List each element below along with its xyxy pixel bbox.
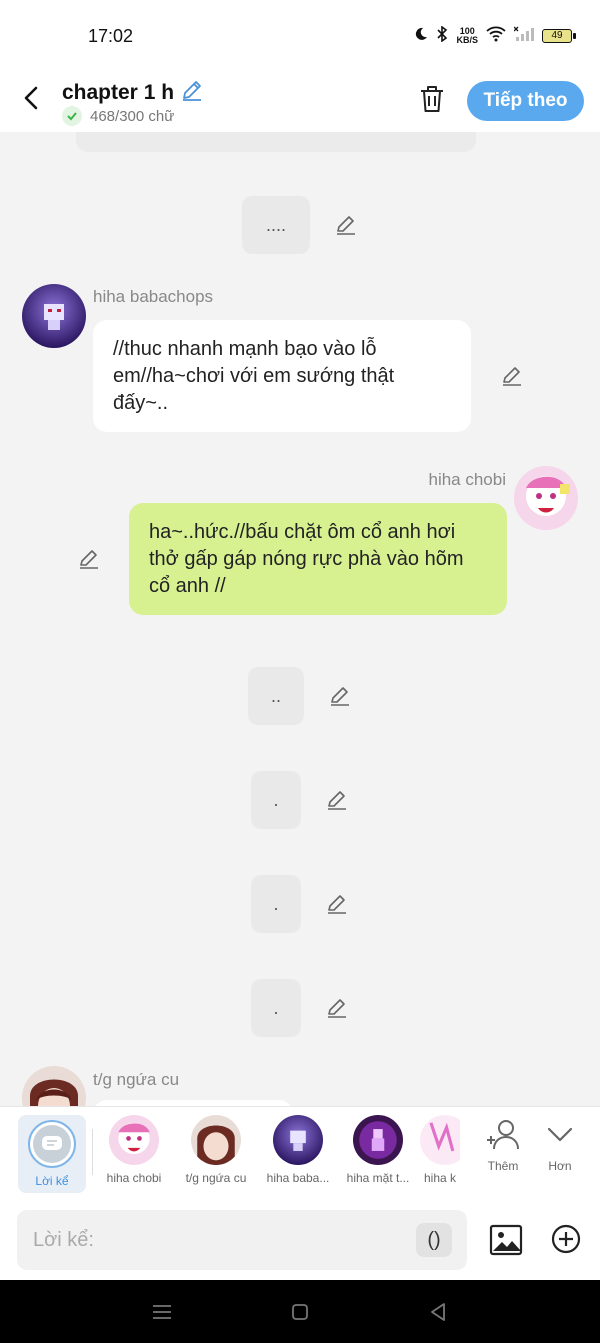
moon-icon (414, 27, 428, 45)
character-tg-ngua-cu[interactable]: t/g ngứa cu (176, 1115, 256, 1195)
pencil-icon[interactable] (180, 78, 204, 108)
narration-bubble[interactable]: . (251, 875, 301, 933)
next-button[interactable]: Tiếp theo (467, 81, 584, 121)
menu-icon[interactable] (150, 1300, 174, 1324)
character-label: hiha chobi (106, 1171, 162, 1185)
message-input[interactable] (17, 1210, 467, 1270)
status-icons: 100 KB/S 49 (414, 25, 576, 46)
narration-bubble[interactable]: .. (248, 667, 304, 725)
divider (92, 1129, 93, 1175)
editor-header: chapter 1 h 468/300 chữ Tiếp theo (0, 72, 600, 132)
previous-message-bubble[interactable] (76, 132, 476, 152)
avatar (273, 1115, 323, 1165)
more-label: Hơn (548, 1159, 572, 1173)
signal-icon (513, 26, 534, 46)
battery-icon: 49 (542, 29, 576, 43)
avatar (353, 1115, 403, 1165)
edit-pencil-icon[interactable] (326, 997, 348, 1019)
image-icon (489, 1224, 523, 1256)
word-count-text: 468/300 chữ (90, 107, 175, 125)
character-label: hiha baba... (266, 1171, 330, 1185)
word-count: 468/300 chữ (62, 106, 174, 126)
back-button[interactable] (18, 82, 46, 114)
add-person-icon (487, 1120, 519, 1150)
message-sender: hiha babachops (93, 287, 214, 306)
avatar-hiha-babachops[interactable] (22, 284, 86, 348)
wifi-icon (486, 26, 506, 46)
avatar (109, 1115, 159, 1165)
character-hiha-mat[interactable]: hiha mặt t... (338, 1115, 418, 1195)
chapter-title[interactable]: chapter 1 h (62, 78, 204, 108)
avatar (191, 1115, 241, 1165)
avatar-tg-ngua-cu[interactable] (22, 1066, 86, 1106)
character-label: hiha k (423, 1171, 457, 1185)
character-label: Lời kể (35, 1174, 69, 1188)
message-bubble-left[interactable]: //thuc nhanh mạnh bạo vào lỗ em//ha~chơi… (93, 320, 471, 432)
home-icon[interactable] (288, 1300, 312, 1324)
narration-bubble[interactable]: .... (242, 196, 310, 254)
chevron-left-icon (24, 86, 38, 110)
avatar-hiha-chobi[interactable] (514, 466, 578, 530)
chevron-down-icon (547, 1127, 573, 1142)
narration-bubble[interactable]: . (251, 771, 301, 829)
status-time: 17:02 (88, 26, 134, 46)
edit-pencil-icon[interactable] (326, 789, 348, 811)
character-bar: Lời kể hiha chobi t/g ngứa cu hiha baba.… (0, 1106, 600, 1200)
message-sender: hiha chobi (428, 470, 506, 489)
character-narrator[interactable]: Lời kể (18, 1115, 86, 1193)
message-sender: t/g ngứa cu (93, 1070, 180, 1089)
character-hiha-babachops[interactable]: hiha baba... (258, 1115, 338, 1195)
chat-area[interactable]: .... hiha babachops //thuc nhanh mạnh bạ… (0, 132, 600, 1106)
character-hiha-k[interactable]: hiha k (420, 1115, 460, 1195)
add-character-label: Thêm (487, 1159, 519, 1173)
character-label: t/g ngứa cu (185, 1171, 247, 1185)
chat-bubble-icon (33, 1125, 71, 1163)
delete-button[interactable] (418, 84, 446, 114)
edit-pencil-icon[interactable] (501, 365, 523, 387)
edit-pencil-icon[interactable] (78, 548, 100, 570)
back-triangle-icon[interactable] (426, 1300, 450, 1324)
edit-pencil-icon[interactable] (326, 893, 348, 915)
parentheses-button[interactable]: () (416, 1223, 452, 1257)
character-hiha-chobi[interactable]: hiha chobi (94, 1115, 174, 1195)
speed-unit: KB/S (456, 35, 478, 45)
avatar (420, 1115, 460, 1165)
narration-bubble[interactable]: . (251, 979, 301, 1037)
network-speed: 100 KB/S (456, 27, 478, 45)
image-button[interactable] (489, 1223, 523, 1257)
edit-pencil-icon[interactable] (329, 685, 351, 707)
bluetooth-icon (436, 25, 448, 46)
narrator-avatar (28, 1120, 76, 1168)
check-icon (62, 106, 82, 126)
plus-circle-icon (551, 1224, 581, 1254)
edit-pencil-icon[interactable] (335, 214, 357, 236)
status-bar: 17:02 100 KB/S 49 (0, 0, 600, 72)
chapter-title-text: chapter 1 h (62, 81, 175, 104)
character-label: hiha mặt t... (346, 1171, 410, 1185)
add-character-button[interactable]: Thêm (478, 1119, 528, 1173)
add-button[interactable] (550, 1223, 582, 1255)
system-navigation-bar (0, 1280, 600, 1343)
trash-icon (421, 86, 443, 112)
more-button[interactable]: Hơn (535, 1119, 585, 1173)
input-bar: () (0, 1200, 600, 1280)
message-bubble-right[interactable]: ha~..hức.//bấu chặt ôm cổ anh hơi thở gấ… (129, 503, 507, 615)
